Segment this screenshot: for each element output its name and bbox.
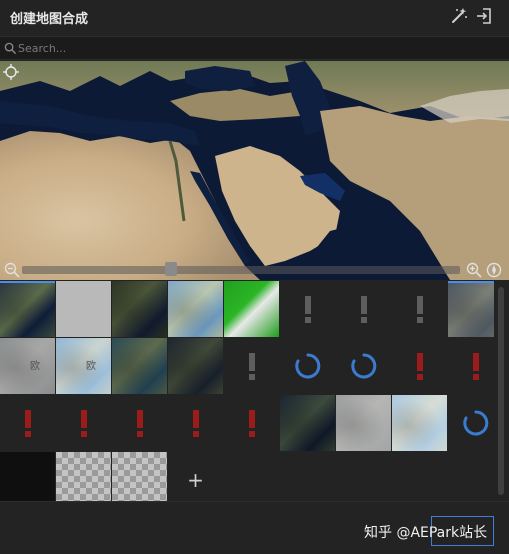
map-style-tile-dark-navy[interactable] [168,338,223,394]
map-style-tile-black[interactable] [0,452,55,501]
panel-title: 创建地图合成 [10,12,89,27]
warning-icon [336,281,391,337]
warning-icon [392,281,447,337]
error-icon [224,395,279,451]
magic-wand-button[interactable] [449,6,469,26]
zoom-out-icon[interactable] [4,262,20,278]
panel-footer: 知乎 @AEPark站长 [0,501,509,554]
tile-shading [336,395,391,451]
map-style-tile-loading[interactable] [280,338,335,394]
panel-header: 创建地图合成 [0,0,509,36]
map-style-tile-satellite-dark[interactable] [112,281,167,337]
satellite-map [0,61,509,280]
error-icon [112,395,167,451]
add-style-tile[interactable]: + [168,452,223,501]
error-icon [392,338,447,394]
tile-label: 欧 [86,361,96,372]
tile-label: 欧 [30,361,40,372]
map-style-tile-loading[interactable] [448,395,494,451]
map-style-tile-checker[interactable] [112,452,167,501]
map-style-tile-gray[interactable] [56,281,111,337]
loading-spinner-icon [336,338,391,394]
zoom-slider-thumb[interactable] [164,262,177,276]
error-icon [0,395,55,451]
map-style-tile-satellite[interactable] [0,281,55,337]
map-style-tile-error[interactable] [112,395,167,451]
search-input[interactable] [18,39,488,57]
tile-shading [168,338,223,394]
map-style-tile-gray-labels[interactable]: 欧 [0,338,55,394]
map-style-grid: 欧 欧 + [0,281,494,501]
loading-spinner-icon [448,395,494,451]
loading-spinner-icon [280,338,335,394]
error-icon [168,395,223,451]
map-style-tile-green[interactable] [224,281,279,337]
tile-shading [168,281,223,337]
tile-shading [112,281,167,337]
map-style-tile-slate[interactable] [448,281,494,337]
map-style-tile-teal-dark[interactable] [112,338,167,394]
map-style-tile-error[interactable] [168,395,223,451]
map-style-tile-error[interactable] [448,338,494,394]
tile-shading [448,283,494,337]
map-style-tile-unavailable[interactable] [224,338,279,394]
map-style-tile-unavailable[interactable] [280,281,335,337]
map-style-tile-error[interactable] [224,395,279,451]
map-style-tile-checker[interactable] [56,452,111,501]
crosshair-icon[interactable] [3,64,19,80]
map-style-tile-loading[interactable] [336,338,391,394]
import-button[interactable] [474,6,494,26]
tile-shading [0,283,55,337]
tile-shading [280,395,335,451]
search-bar [0,36,509,60]
zoom-slider[interactable] [22,266,460,274]
map-style-tile-unavailable[interactable] [392,281,447,337]
error-icon [56,395,111,451]
grid-scrollbar[interactable] [495,281,509,501]
map-style-tile-error[interactable] [392,338,447,394]
map-style-tile-light-gray[interactable] [336,395,391,451]
error-icon [448,338,494,394]
tile-shading [392,395,447,451]
map-preview[interactable] [0,61,509,280]
tile-shading [112,338,167,394]
zoom-in-icon[interactable] [466,262,482,278]
warning-icon [280,281,335,337]
tile-shading [0,338,55,394]
plus-icon: + [187,468,204,492]
map-style-tile-pale-blue[interactable] [392,395,447,451]
grid-scrollbar-thumb[interactable] [498,287,504,495]
map-style-tile-error[interactable] [56,395,111,451]
map-style-tile-terrain-blue[interactable] [168,281,223,337]
search-icon [4,42,17,55]
watermark-text: 知乎 @AEPark站长 [364,525,488,541]
tile-shading [56,338,111,394]
map-style-tile-satellite-night[interactable] [280,395,335,451]
magic-wand-icon [452,8,467,23]
import-icon [477,8,491,24]
map-style-tile-unavailable[interactable] [336,281,391,337]
map-style-tile-light-blue[interactable]: 欧 [56,338,111,394]
map-style-tile-error[interactable] [0,395,55,451]
warning-icon [224,338,279,394]
compass-icon[interactable] [486,262,502,278]
